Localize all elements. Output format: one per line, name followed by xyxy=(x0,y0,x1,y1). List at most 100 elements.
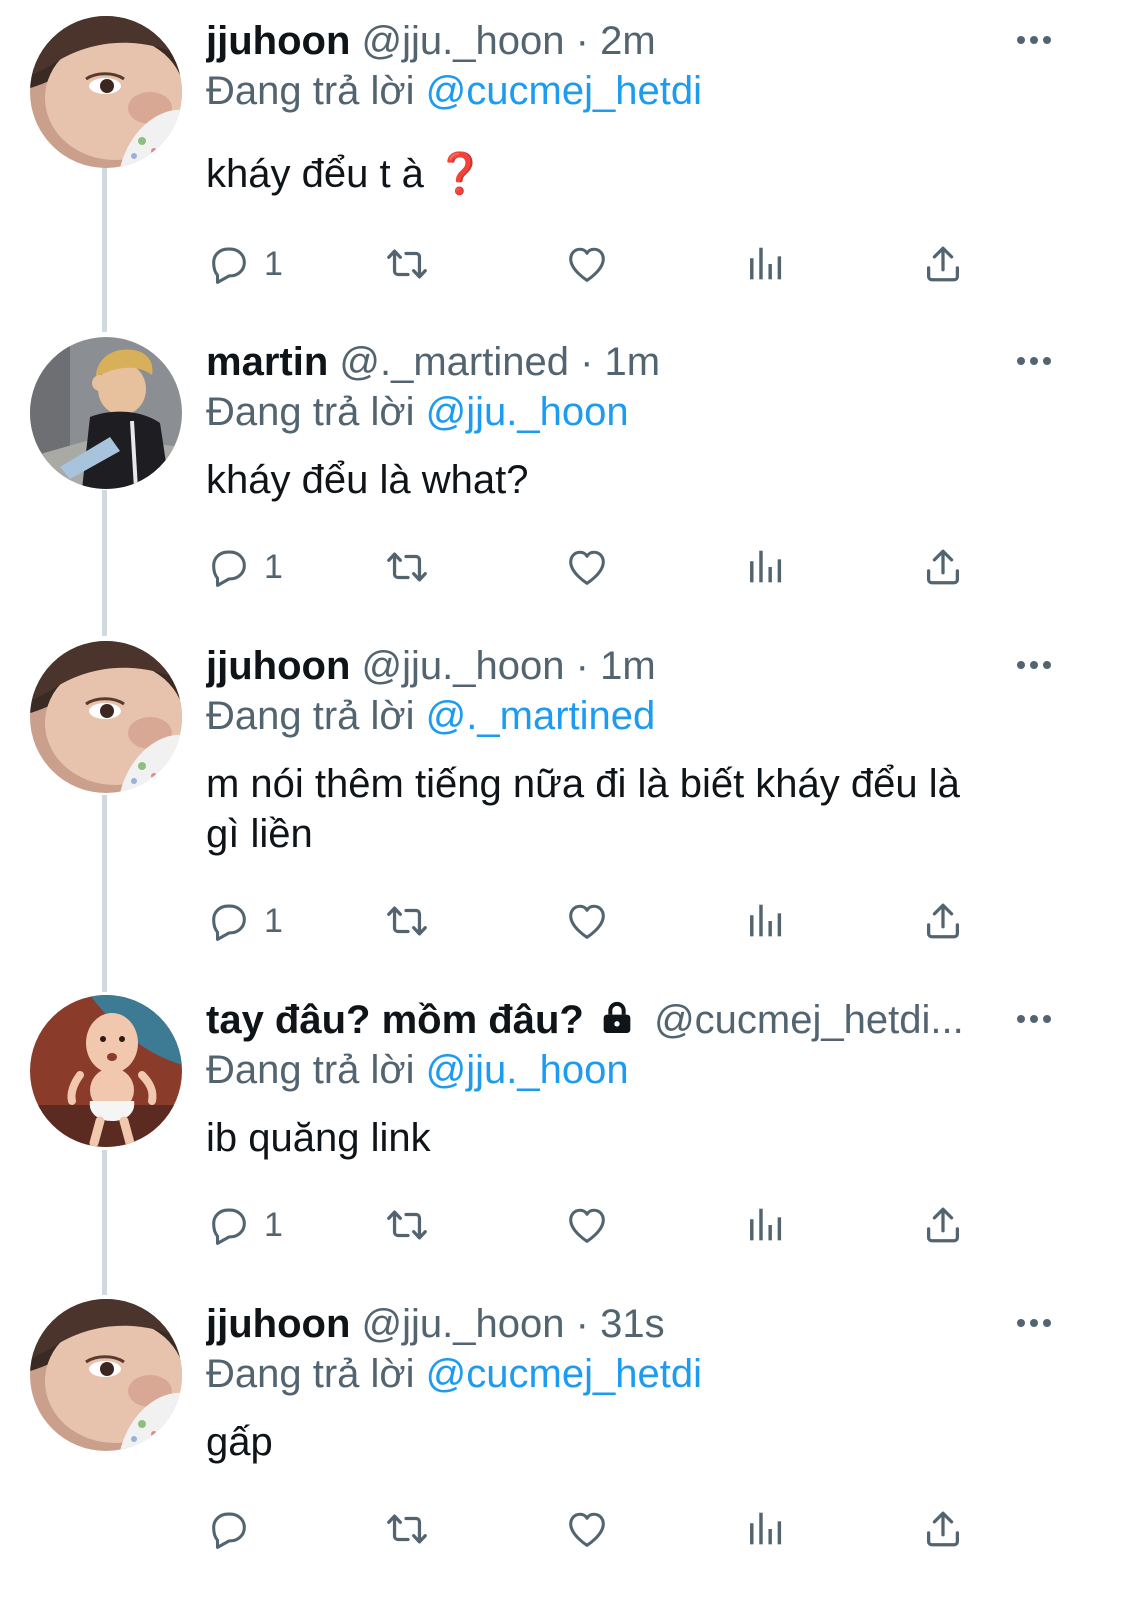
views-button[interactable] xyxy=(742,542,788,592)
views-icon xyxy=(742,241,788,287)
tweet-text: kháy đểu là what? xyxy=(206,458,529,502)
views-button[interactable] xyxy=(742,1200,788,1250)
timestamp[interactable]: 1m xyxy=(600,644,656,688)
more-options-icon[interactable] xyxy=(1012,30,1056,50)
user-handle[interactable]: @jju._hoon xyxy=(362,1302,565,1346)
like-icon xyxy=(564,544,610,590)
mention-link[interactable]: @cucmej_hetdi xyxy=(426,69,702,113)
share-icon xyxy=(920,1506,966,1552)
share-icon xyxy=(920,544,966,590)
views-button[interactable] xyxy=(742,1504,788,1554)
retweet-icon xyxy=(384,898,430,944)
display-name[interactable]: tay đâu? mồm đâu? xyxy=(206,998,584,1042)
mention-link[interactable]: @jju._hoon xyxy=(426,1048,629,1092)
avatar[interactable] xyxy=(30,337,182,489)
replying-to: Đang trả lời @jju._hoon xyxy=(206,387,629,437)
like-button[interactable] xyxy=(564,239,610,289)
reply-button[interactable]: 1 xyxy=(206,896,283,946)
retweet-icon xyxy=(384,1506,430,1552)
views-icon xyxy=(742,1202,788,1248)
separator-dot: · xyxy=(575,19,589,63)
reply-count: 1 xyxy=(264,1205,283,1244)
mention-link[interactable]: @._martined xyxy=(426,694,656,738)
tweet[interactable]: jjuhoon @jju._hoon · 31s Đang trả lời @c… xyxy=(0,1299,1125,1599)
tweet-text: gấp xyxy=(206,1420,273,1464)
like-button[interactable] xyxy=(564,1504,610,1554)
share-button[interactable] xyxy=(920,542,966,592)
tweet[interactable]: tay đâu? mồm đâu? @cucmej_hetdi... Đang … xyxy=(0,995,1125,1275)
user-handle[interactable]: @._martined xyxy=(339,340,569,384)
mention-link[interactable]: @cucmej_hetdi xyxy=(426,1352,702,1396)
avatar[interactable] xyxy=(30,1299,182,1451)
display-name[interactable]: jjuhoon xyxy=(206,644,350,688)
tweet-text: kháy đểu t à ❓ xyxy=(206,149,1036,199)
reply-count: 1 xyxy=(264,901,283,940)
tweet[interactable]: martin @._martined · 1m Đang trả lời @jj… xyxy=(0,337,1125,617)
retweet-button[interactable] xyxy=(384,542,430,592)
action-bar: 1 xyxy=(206,896,986,946)
avatar[interactable] xyxy=(30,16,182,168)
reply-button[interactable] xyxy=(206,1504,264,1554)
question-mark-emoji: ❓ xyxy=(435,152,485,196)
retweet-icon xyxy=(384,1202,430,1248)
reply-icon xyxy=(206,1202,252,1248)
reply-button[interactable]: 1 xyxy=(206,1200,283,1250)
reply-button[interactable]: 1 xyxy=(206,542,283,592)
like-icon xyxy=(564,1202,610,1248)
share-icon xyxy=(920,1202,966,1248)
like-icon xyxy=(564,241,610,287)
user-handle[interactable]: @cucmej_hetdi... xyxy=(654,998,964,1042)
retweet-icon xyxy=(384,241,430,287)
share-button[interactable] xyxy=(920,1504,966,1554)
separator-dot: · xyxy=(580,340,594,384)
like-button[interactable] xyxy=(564,896,610,946)
user-handle[interactable]: @jju._hoon xyxy=(362,19,565,63)
views-button[interactable] xyxy=(742,239,788,289)
retweet-button[interactable] xyxy=(384,239,430,289)
more-options-icon[interactable] xyxy=(1012,655,1056,675)
avatar[interactable] xyxy=(30,641,182,793)
replying-to: Đang trả lời @cucmej_hetdi xyxy=(206,1349,702,1399)
tweet-text-content: kháy đểu t à xyxy=(206,152,424,196)
tweet-text: ib quăng link xyxy=(206,1116,431,1160)
tweet[interactable]: jjuhoon @jju._hoon · 1m Đang trả lời @._… xyxy=(0,641,1125,971)
tweet-text-line: gì liền xyxy=(206,812,313,856)
retweet-icon xyxy=(384,544,430,590)
display-name[interactable]: martin xyxy=(206,340,328,384)
retweet-button[interactable] xyxy=(384,1504,430,1554)
reply-icon xyxy=(206,1506,252,1552)
display-name[interactable]: jjuhoon xyxy=(206,1302,350,1346)
separator-dot: · xyxy=(575,644,589,688)
share-button[interactable] xyxy=(920,1200,966,1250)
more-options-icon[interactable] xyxy=(1012,351,1056,371)
more-options-icon[interactable] xyxy=(1012,1313,1056,1333)
display-name[interactable]: jjuhoon xyxy=(206,19,350,63)
reply-count: 1 xyxy=(264,244,283,283)
avatar[interactable] xyxy=(30,995,182,1147)
timestamp[interactable]: 31s xyxy=(600,1302,665,1346)
separator-dot: · xyxy=(575,1302,589,1346)
mention-link[interactable]: @jju._hoon xyxy=(426,390,629,434)
views-icon xyxy=(742,544,788,590)
tweet-header: tay đâu? mồm đâu? @cucmej_hetdi... xyxy=(206,995,997,1045)
reply-icon xyxy=(206,241,252,287)
like-icon xyxy=(564,1506,610,1552)
replying-to-label: Đang trả lời xyxy=(206,69,415,113)
user-handle[interactable]: @jju._hoon xyxy=(362,644,565,688)
views-button[interactable] xyxy=(742,896,788,946)
like-button[interactable] xyxy=(564,542,610,592)
retweet-button[interactable] xyxy=(384,1200,430,1250)
share-icon xyxy=(920,241,966,287)
like-button[interactable] xyxy=(564,1200,610,1250)
reply-button[interactable]: 1 xyxy=(206,239,283,289)
timestamp[interactable]: 1m xyxy=(605,340,661,384)
share-button[interactable] xyxy=(920,896,966,946)
like-icon xyxy=(564,898,610,944)
share-button[interactable] xyxy=(920,239,966,289)
action-bar: 1 xyxy=(206,239,986,289)
more-options-icon[interactable] xyxy=(1012,1009,1056,1029)
replying-to-label: Đang trả lời xyxy=(206,1352,415,1396)
timestamp[interactable]: 2m xyxy=(600,19,656,63)
retweet-button[interactable] xyxy=(384,896,430,946)
tweet[interactable]: jjuhoon @jju._hoon · 2m Đang trả lời @cu… xyxy=(0,16,1125,316)
